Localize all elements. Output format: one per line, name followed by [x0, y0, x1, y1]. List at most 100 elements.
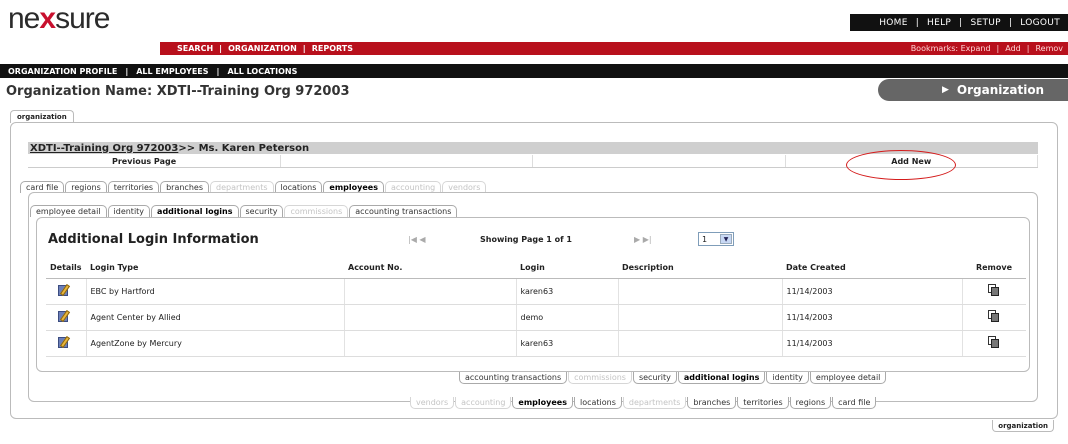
- description-cell: [618, 330, 783, 357]
- subtab-bottom-accounting-transactions[interactable]: accounting transactions: [459, 372, 568, 384]
- breadcrumb-employee: >> Ms. Karen Peterson: [178, 142, 310, 154]
- breadcrumb: XDTI--Training Org 972003 >> Ms. Karen P…: [28, 142, 1038, 154]
- subtab-employee-detail[interactable]: employee detail: [30, 205, 107, 217]
- employee-sub-tab-bar-bottom: accounting transactions commissions securi…: [459, 372, 887, 384]
- description-cell: [618, 278, 783, 305]
- nav-setup-link[interactable]: SETUP: [967, 18, 1005, 28]
- remove-cell: [962, 304, 1026, 331]
- bookmarks-expand-link[interactable]: Bookmarks: Expand: [908, 44, 994, 53]
- tab-bottom-employees[interactable]: employees: [512, 397, 573, 409]
- col-date-created: Date Created: [782, 258, 962, 279]
- edit-details-icon[interactable]: [58, 283, 72, 297]
- pager-info: Showing Page 1 of 1: [480, 235, 572, 244]
- subtab-bottom-commissions: commissions: [568, 372, 632, 384]
- edit-details-icon[interactable]: [58, 335, 72, 349]
- account-no-cell: [344, 278, 517, 305]
- section-pill-label: Organization: [956, 83, 1045, 97]
- subtab-bottom-security[interactable]: security: [632, 372, 677, 384]
- nav-home-link[interactable]: HOME: [875, 18, 912, 28]
- description-cell: [618, 304, 783, 331]
- nav-separator: |: [125, 66, 129, 76]
- table-row: EBC by Hartford karen63 11/14/2003: [46, 278, 1026, 305]
- triangle-right-icon: ▶: [942, 85, 949, 95]
- nav-search-link[interactable]: SEARCH: [174, 44, 216, 53]
- nav-organization-link[interactable]: ORGANIZATION: [225, 44, 300, 53]
- remove-cell: [962, 330, 1026, 357]
- top-nav: HOME | HELP | SETUP | LOGOUT: [850, 14, 1068, 31]
- action-cell-empty: [533, 155, 786, 167]
- date-created-cell: 11/14/2003: [782, 330, 963, 357]
- subtab-bottom-employee-detail[interactable]: employee detail: [809, 372, 887, 384]
- subtab-additional-logins[interactable]: additional logins: [151, 205, 239, 217]
- subtab-identity[interactable]: identity: [107, 205, 151, 217]
- tab-bottom-card-file[interactable]: card file: [832, 397, 877, 409]
- nav-organization-profile-link[interactable]: ORGANIZATION PROFILE: [4, 67, 121, 76]
- nexsure-logo: nexsure: [8, 2, 110, 35]
- main-tab-bar-bottom: vendors accounting employees locations depar…: [410, 397, 877, 409]
- subtab-bottom-identity[interactable]: identity: [766, 372, 809, 384]
- subtab-bottom-additional-logins[interactable]: additional logins: [677, 372, 766, 384]
- bookmarks-add-link[interactable]: Add: [1002, 44, 1024, 53]
- tab-bottom-locations[interactable]: locations: [573, 397, 622, 409]
- nav-separator: |: [219, 44, 223, 53]
- action-row: Previous Page Add New: [28, 155, 1038, 168]
- nav-separator: |: [1026, 44, 1030, 53]
- remove-cell: [962, 278, 1026, 305]
- date-created-cell: 11/14/2003: [782, 304, 963, 331]
- login-cell: karen63: [516, 330, 619, 357]
- table-row: AgentZone by Mercury karen63 11/14/2003: [46, 330, 1026, 357]
- date-created-cell: 11/14/2003: [782, 278, 963, 305]
- account-no-cell: [344, 304, 517, 331]
- col-description: Description: [618, 258, 782, 279]
- subtab-security[interactable]: security: [239, 205, 284, 217]
- login-cell: demo: [516, 304, 619, 331]
- tab-bottom-accounting: accounting: [455, 397, 512, 409]
- nav-all-locations-link[interactable]: ALL LOCATIONS: [223, 67, 301, 76]
- main-nav-bar: SEARCH | ORGANIZATION | REPORTS Bookmark…: [160, 42, 1068, 55]
- page-select[interactable]: 1 ▼: [698, 232, 734, 246]
- login-type-cell: AgentZone by Mercury: [86, 330, 345, 357]
- nav-separator: |: [915, 17, 920, 28]
- previous-page-link[interactable]: Previous Page: [28, 155, 281, 167]
- pager-first-prev-icon[interactable]: |◀ ◀: [408, 235, 426, 244]
- col-account-no: Account No.: [344, 258, 516, 279]
- col-remove: Remove: [962, 258, 1026, 279]
- remove-icon[interactable]: [988, 284, 1000, 296]
- account-no-cell: [344, 330, 517, 357]
- nav-separator: |: [216, 66, 220, 76]
- col-login-type: Login Type: [86, 258, 344, 279]
- col-details: Details: [46, 258, 86, 279]
- nav-separator: |: [302, 44, 306, 53]
- nav-help-link[interactable]: HELP: [923, 18, 955, 28]
- chevron-down-icon[interactable]: ▼: [720, 234, 732, 244]
- section-title: Additional Login Information: [48, 232, 259, 247]
- tab-organization-bottom[interactable]: organization: [992, 420, 1054, 432]
- breadcrumb-org-link[interactable]: XDTI--Training Org 972003: [30, 143, 178, 154]
- additional-logins-table: Details Login Type Account No. Login Des…: [46, 258, 1026, 357]
- details-cell: [46, 278, 87, 305]
- add-new-link[interactable]: Add New: [786, 155, 1038, 167]
- tab-bottom-territories[interactable]: territories: [737, 397, 789, 409]
- bookmarks-remove-link[interactable]: Remov: [1032, 44, 1066, 53]
- tab-bottom-regions[interactable]: regions: [789, 397, 832, 409]
- tab-bottom-departments: departments: [622, 397, 687, 409]
- subtab-accounting-transactions[interactable]: accounting transactions: [349, 205, 458, 217]
- nav-reports-link[interactable]: REPORTS: [309, 44, 356, 53]
- nav-separator: |: [996, 44, 1000, 53]
- nav-all-employees-link[interactable]: ALL EMPLOYEES: [132, 67, 212, 76]
- subtab-commissions: commissions: [284, 205, 349, 217]
- nav-logout-link[interactable]: LOGOUT: [1016, 18, 1064, 28]
- table-header-row: Details Login Type Account No. Login Des…: [46, 258, 1026, 279]
- page-title: Organization Name: XDTI--Training Org 97…: [6, 84, 350, 99]
- details-cell: [46, 304, 87, 331]
- tab-bottom-vendors: vendors: [410, 397, 455, 409]
- edit-details-icon[interactable]: [58, 309, 72, 323]
- remove-icon[interactable]: [988, 310, 1000, 322]
- section-pill: ▶ Organization: [878, 79, 1068, 101]
- tab-bottom-branches[interactable]: branches: [687, 397, 737, 409]
- details-cell: [46, 330, 87, 357]
- nav-separator: |: [1008, 17, 1013, 28]
- pager-next-last-icon[interactable]: ▶ ▶|: [634, 235, 652, 244]
- remove-icon[interactable]: [988, 336, 1000, 348]
- nav-separator: |: [959, 17, 963, 28]
